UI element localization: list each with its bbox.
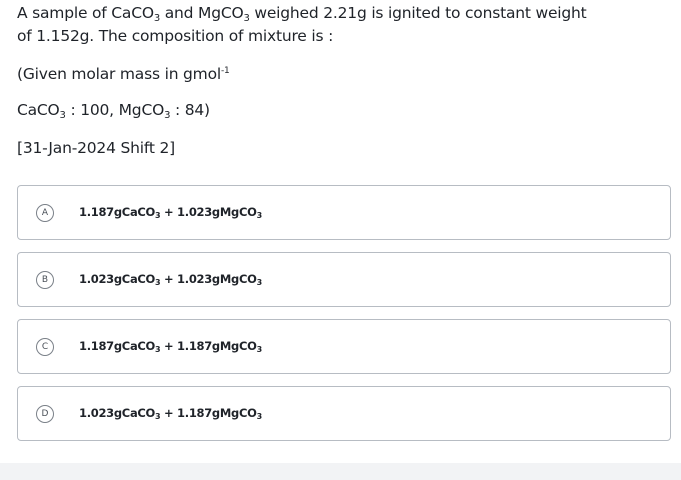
option-text: 1.187gCaCO3 + 1.023gMgCO3: [79, 205, 262, 220]
subscript: 3: [256, 345, 263, 354]
option-text-segment: 1.023gCaCO: [79, 272, 156, 286]
molar-mass-segment: CaCO: [17, 101, 60, 119]
option-text-segment: + 1.023gMgCO: [160, 272, 257, 286]
option-text-segment: 1.023gCaCO: [79, 406, 156, 420]
molar-mass-segment: : 84): [170, 101, 210, 119]
superscript: -1: [220, 66, 230, 76]
option-text-segment: 1.187gCaCO: [79, 205, 156, 219]
option-letter-badge: B: [36, 271, 54, 289]
option-text: 1.023gCaCO3 + 1.187gMgCO3: [79, 406, 262, 421]
question-text-segment: A sample of CaCO: [17, 4, 154, 22]
option-text-segment: 1.187gCaCO: [79, 339, 156, 353]
option-c[interactable]: C 1.187gCaCO3 + 1.187gMgCO3: [17, 319, 671, 374]
option-d[interactable]: D 1.023gCaCO3 + 1.187gMgCO3: [17, 386, 671, 441]
option-text-segment: + 1.023gMgCO: [160, 205, 257, 219]
option-text-segment: + 1.187gMgCO: [160, 406, 257, 420]
question-card: A sample of CaCO 3 and MgCO 3 weighed 2.21…: [0, 0, 681, 463]
given-text: (Given molar mass in gmol: [17, 65, 221, 83]
option-b[interactable]: B 1.023gCaCO3 + 1.023gMgCO3: [17, 252, 671, 307]
question-text-segment: and MgCO: [160, 4, 244, 22]
option-text: 1.187gCaCO3 + 1.187gMgCO3: [79, 339, 262, 354]
option-letter-badge: C: [36, 338, 54, 356]
option-a[interactable]: A 1.187gCaCO3 + 1.023gMgCO3: [17, 185, 671, 240]
question-text-line-1: A sample of CaCO3 and MgCO3 weighed 2.21…: [17, 4, 587, 24]
given-molar-mass-line: (Given molar mass in gmol-1: [17, 65, 230, 83]
molar-mass-segment: : 100, MgCO: [65, 101, 165, 119]
exam-source-tag: [31-Jan-2024 Shift 2]: [17, 139, 175, 157]
option-letter-badge: A: [36, 204, 54, 222]
question-text-segment: weighed 2.21g is ignited to constant wei…: [249, 4, 587, 22]
option-letter-badge: D: [36, 405, 54, 423]
option-text-segment: + 1.187gMgCO: [160, 339, 257, 353]
molar-masses-line: CaCO3 : 100, MgCO3 : 84): [17, 101, 210, 121]
question-text-line-2: of 1.152g. The composition of mixture is…: [17, 27, 334, 45]
subscript: 3: [256, 278, 263, 287]
subscript: 3: [256, 211, 263, 220]
option-text: 1.023gCaCO3 + 1.023gMgCO3: [79, 272, 262, 287]
subscript: 3: [256, 412, 263, 421]
